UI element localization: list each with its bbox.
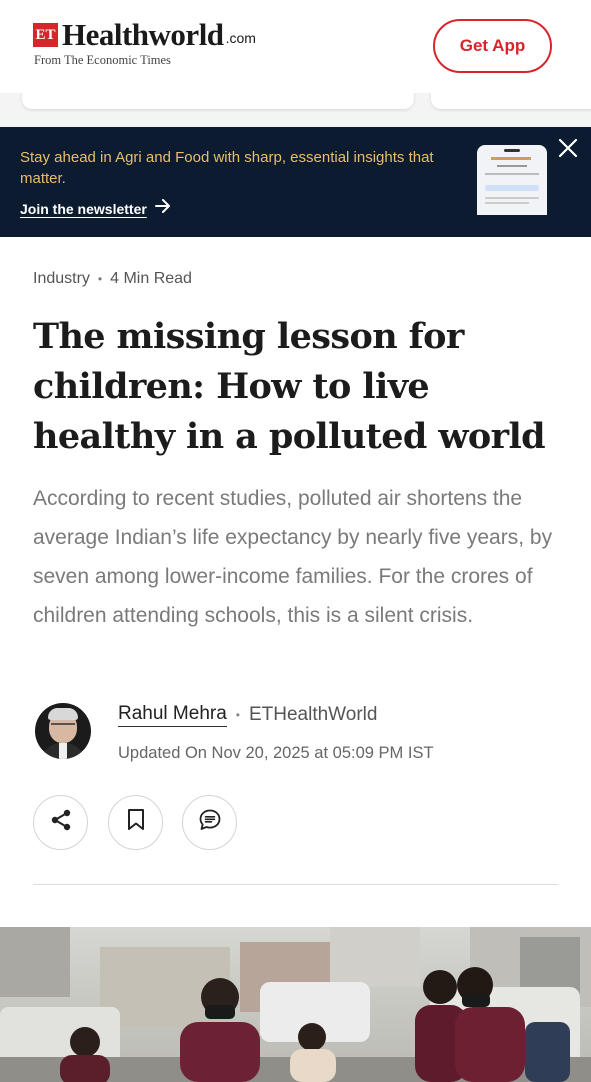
newsletter-banner: Stay ahead in Agri and Food with sharp, … [0, 127, 591, 237]
nav-card[interactable] [431, 93, 591, 109]
site-header: ET Healthworld .com From The Economic Ti… [0, 0, 591, 93]
brand-suffix: .com [225, 30, 256, 46]
newsletter-phone-illustration [477, 145, 547, 215]
bookmark-icon [125, 808, 147, 837]
close-icon[interactable] [556, 137, 580, 161]
separator-dot: • [97, 272, 103, 286]
divider [33, 884, 558, 885]
bookmark-button[interactable] [108, 795, 163, 850]
et-logo-badge: ET [33, 23, 58, 47]
updated-timestamp: Updated On Nov 20, 2025 at 05:09 PM IST [118, 744, 434, 762]
share-button[interactable] [33, 795, 88, 850]
article-summary: According to recent studies, polluted ai… [33, 487, 553, 627]
author-avatar[interactable] [35, 703, 91, 759]
join-newsletter-link[interactable]: Join the newsletter [20, 199, 171, 218]
site-logo[interactable]: ET Healthworld .com [33, 17, 256, 52]
author-publication: ETHealthWorld [248, 704, 378, 725]
article-title: The missing lesson for children: How to … [33, 316, 546, 457]
join-newsletter-label: Join the newsletter [20, 200, 147, 217]
author-name[interactable]: Rahul Mehra [118, 703, 227, 727]
article-category[interactable]: Industry [33, 270, 90, 288]
comment-button[interactable] [182, 795, 237, 850]
nav-strip [0, 93, 591, 127]
comment-icon [198, 808, 222, 837]
arrow-right-icon [154, 199, 171, 218]
article-hero-image[interactable] [0, 927, 591, 1082]
separator-dot: • [235, 708, 240, 722]
read-time: 4 Min Read [110, 270, 192, 287]
newsletter-text: Stay ahead in Agri and Food with sharp, … [20, 149, 434, 187]
share-icon [49, 808, 73, 837]
author-line: Rahul Mehra • ETHealthWorld [118, 703, 377, 727]
get-app-button[interactable]: Get App [433, 19, 552, 73]
brand-tagline: From The Economic Times [34, 53, 171, 67]
article-meta: Industry • 4 Min Read [33, 270, 192, 288]
nav-card[interactable] [22, 93, 414, 109]
brand-name: Healthworld [62, 17, 224, 52]
